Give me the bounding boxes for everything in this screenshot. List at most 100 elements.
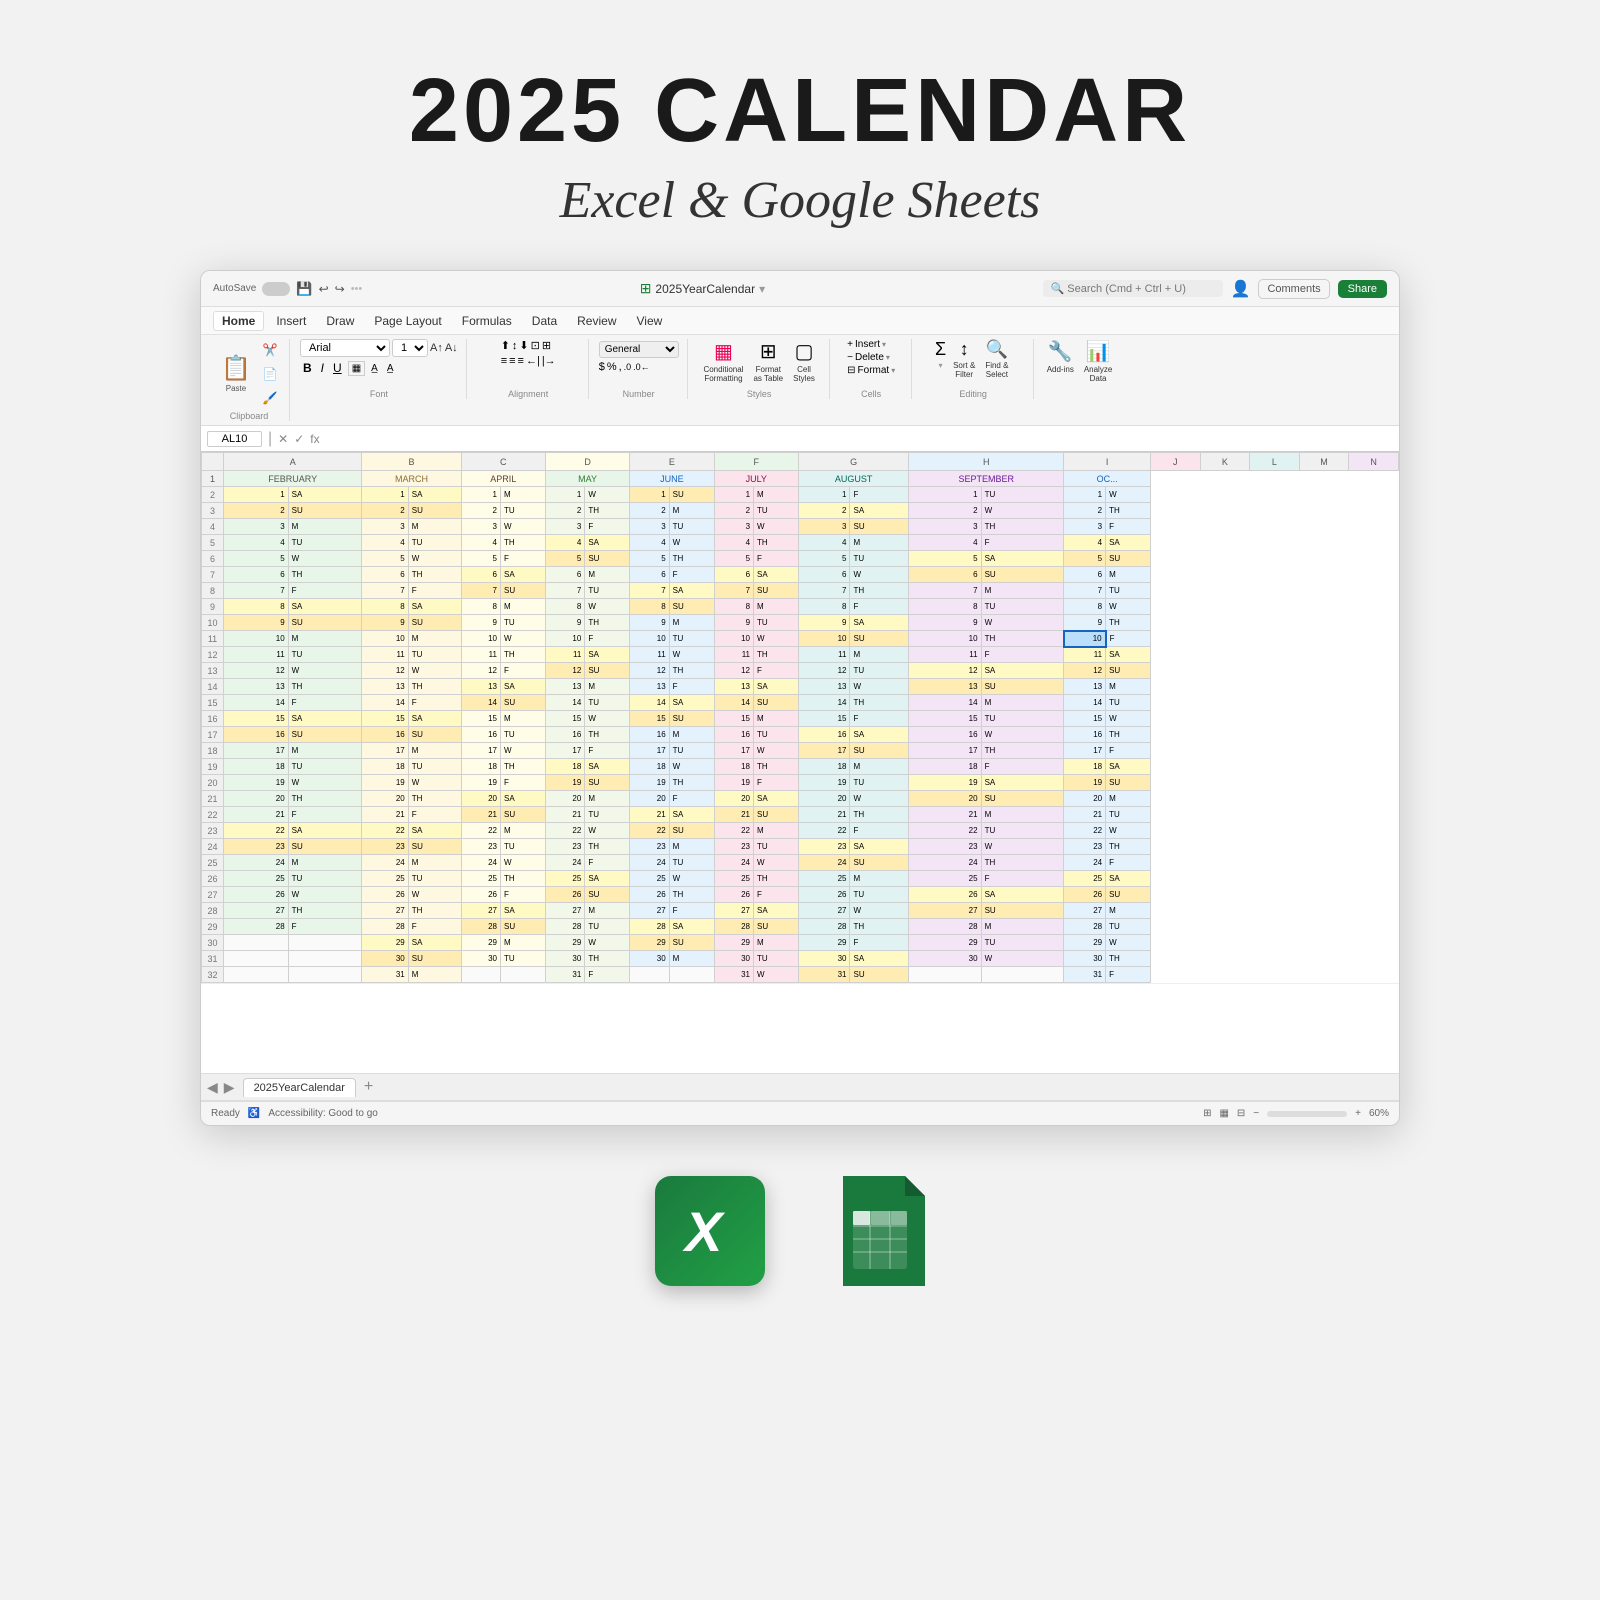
list-item[interactable]: M [1106, 791, 1151, 807]
list-item[interactable]: 22 [224, 823, 289, 839]
list-item[interactable]: F [754, 551, 799, 567]
list-item[interactable]: 20 [714, 791, 753, 807]
list-item[interactable]: W [500, 855, 545, 871]
list-item[interactable]: M [500, 487, 545, 503]
list-item[interactable]: 11 [798, 647, 850, 663]
list-item[interactable]: SA [1106, 759, 1151, 775]
list-item[interactable]: SU [500, 583, 545, 599]
list-item[interactable]: W [1106, 823, 1151, 839]
col-A[interactable]: A [224, 453, 362, 471]
list-item[interactable]: M [981, 807, 1064, 823]
list-item[interactable]: TU [754, 839, 799, 855]
list-item[interactable]: SA [500, 903, 545, 919]
list-item[interactable]: 12 [224, 663, 289, 679]
list-item[interactable]: 20 [362, 791, 408, 807]
list-item[interactable]: 12 [714, 663, 753, 679]
list-item[interactable]: TU [1106, 919, 1151, 935]
list-item[interactable]: 6 [224, 567, 289, 583]
list-item[interactable]: 7 [630, 583, 669, 599]
underline-button[interactable]: U [330, 360, 345, 376]
list-item[interactable]: 22 [1064, 823, 1106, 839]
list-item[interactable]: M [1106, 679, 1151, 695]
list-item[interactable]: 11 [224, 647, 289, 663]
list-item[interactable]: TU [981, 935, 1064, 951]
list-item[interactable]: 30 [909, 951, 981, 967]
list-item[interactable]: 19 [545, 775, 584, 791]
fill-color-button[interactable]: A̲ [368, 362, 381, 375]
list-item[interactable]: 11 [1064, 647, 1106, 663]
list-item[interactable]: SU [850, 631, 909, 647]
list-item[interactable]: SU [408, 839, 461, 855]
list-item[interactable]: TU [288, 535, 362, 551]
list-item[interactable]: TH [408, 567, 461, 583]
align-middle-button[interactable]: ↕ [512, 340, 518, 352]
border-button[interactable]: ▦ [348, 361, 365, 376]
list-item[interactable]: 31 [714, 967, 753, 983]
list-item[interactable]: SA [1106, 647, 1151, 663]
search-box[interactable]: 🔍 Search (Cmd + Ctrl + U) [1043, 280, 1223, 297]
list-item[interactable]: TH [288, 791, 362, 807]
save-icon[interactable]: 💾 [296, 281, 312, 297]
list-item[interactable]: 10 [362, 631, 408, 647]
list-item[interactable] [288, 951, 362, 967]
list-item[interactable]: M [500, 711, 545, 727]
list-item[interactable]: TU [850, 887, 909, 903]
list-item[interactable]: SU [669, 599, 714, 615]
more-icon[interactable]: ••• [351, 283, 363, 295]
font-size-selector[interactable]: 12 [392, 339, 428, 357]
list-item[interactable]: F [981, 759, 1064, 775]
list-item[interactable]: 29 [714, 935, 753, 951]
list-item[interactable]: F [981, 535, 1064, 551]
sort-filter-button[interactable]: Sort &Filter [950, 361, 978, 381]
list-item[interactable]: 22 [362, 823, 408, 839]
list-item[interactable]: M [981, 919, 1064, 935]
list-item[interactable]: 11 [545, 647, 584, 663]
list-item[interactable]: W [669, 535, 714, 551]
list-item[interactable]: M [408, 967, 461, 983]
list-item[interactable]: 22 [630, 823, 669, 839]
list-item[interactable]: 19 [1064, 775, 1106, 791]
list-item[interactable]: SA [585, 759, 630, 775]
list-item[interactable]: 4 [461, 535, 500, 551]
list-item[interactable]: 24 [1064, 855, 1106, 871]
list-item[interactable]: 24 [630, 855, 669, 871]
list-item[interactable]: 8 [362, 599, 408, 615]
list-item[interactable]: 18 [1064, 759, 1106, 775]
list-item[interactable]: 15 [224, 711, 289, 727]
list-item[interactable]: W [981, 727, 1064, 743]
comments-button[interactable]: Comments [1258, 279, 1329, 299]
confirm-formula-button[interactable]: ✓ [294, 432, 304, 446]
list-item[interactable]: F [500, 775, 545, 791]
sheet-tab-main[interactable]: 2025YearCalendar [243, 1078, 356, 1097]
menu-data[interactable]: Data [524, 312, 565, 330]
list-item[interactable]: 11 [714, 647, 753, 663]
menu-draw[interactable]: Draw [318, 312, 362, 330]
list-item[interactable]: SA [288, 599, 362, 615]
list-item[interactable]: 16 [798, 727, 850, 743]
list-item[interactable]: 19 [630, 775, 669, 791]
list-item[interactable]: M [981, 583, 1064, 599]
list-item[interactable]: 27 [798, 903, 850, 919]
dropdown-arrow[interactable]: ▾ [759, 282, 765, 296]
list-item[interactable]: 17 [362, 743, 408, 759]
list-item[interactable]: 20 [798, 791, 850, 807]
list-item[interactable]: 14 [362, 695, 408, 711]
list-item[interactable]: TH [288, 567, 362, 583]
list-item[interactable]: 6 [714, 567, 753, 583]
list-item[interactable]: M [850, 647, 909, 663]
list-item[interactable]: M [669, 503, 714, 519]
list-item[interactable]: 5 [1064, 551, 1106, 567]
autosave-toggle[interactable] [262, 282, 290, 296]
list-item[interactable]: 1 [224, 487, 289, 503]
zoom-out-button[interactable]: − [1253, 1108, 1259, 1119]
list-item[interactable]: F [585, 631, 630, 647]
list-item[interactable]: 18 [630, 759, 669, 775]
list-item[interactable]: 27 [362, 903, 408, 919]
list-item[interactable]: W [585, 487, 630, 503]
list-item[interactable]: 14 [630, 695, 669, 711]
list-item[interactable]: 6 [362, 567, 408, 583]
list-item[interactable]: 6 [798, 567, 850, 583]
list-item[interactable]: 21 [714, 807, 753, 823]
list-item[interactable]: 2 [630, 503, 669, 519]
list-item[interactable]: 11 [630, 647, 669, 663]
